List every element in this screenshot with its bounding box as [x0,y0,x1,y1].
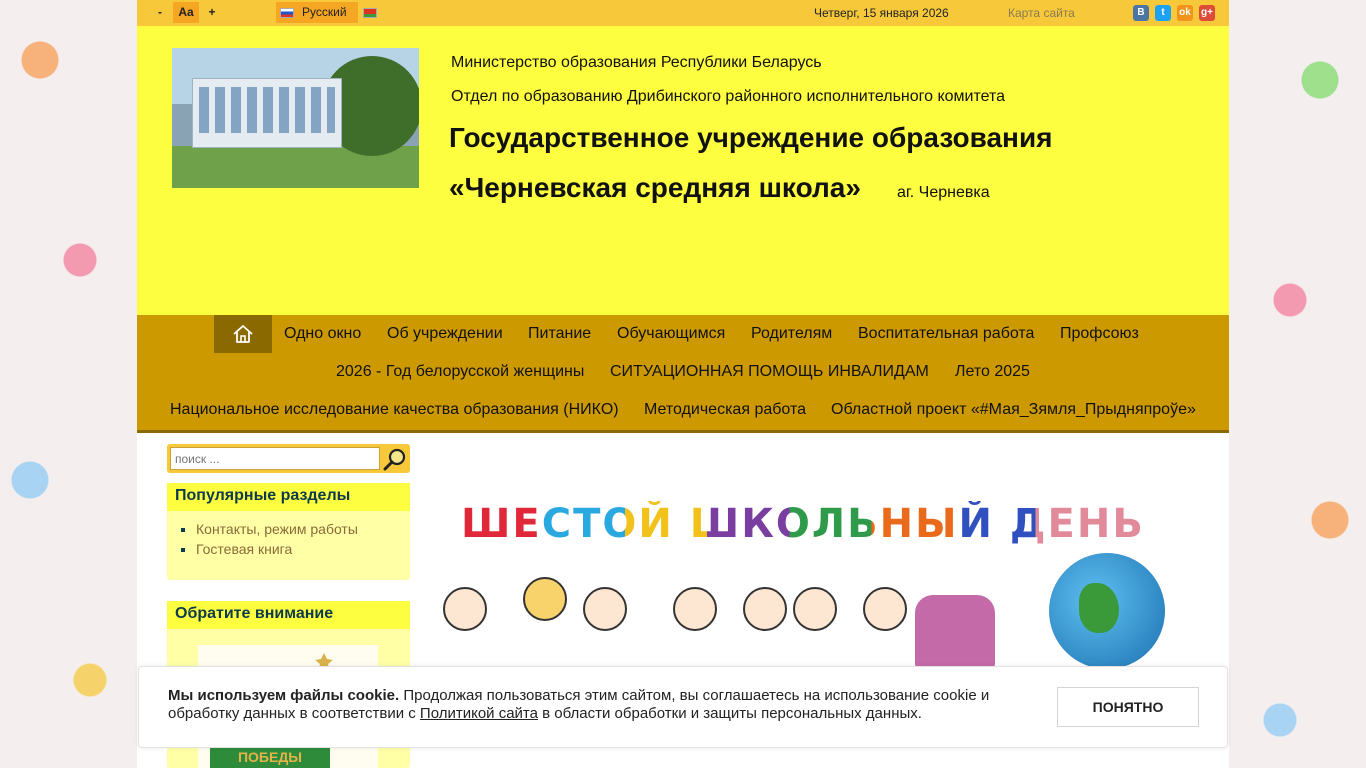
nav-item-parents[interactable]: Родителям [751,315,832,353]
kid-figure [743,587,787,631]
font-increase-button[interactable]: + [205,2,219,23]
guestbook-link[interactable]: Гостевая книга [196,541,292,557]
cookie-message: Мы используем файлы cookie. Продолжая по… [168,687,1038,723]
village-name: аг. Черневка [897,184,990,201]
building-shape [192,78,342,148]
kid-figure [673,587,717,631]
nav-item-education-work[interactable]: Воспитательная работа [858,315,1034,353]
kid-figure [793,587,837,631]
page: - Aa + Русский Четверг, 15 января 2026 К… [137,0,1229,768]
backpack-shape [915,595,995,668]
top-bar: - Aa + Русский Четверг, 15 января 2026 К… [137,0,1229,26]
list-item: Контакты, режим работы [196,521,410,537]
cookie-consent-banner: Мы используем файлы cookie. Продолжая по… [138,666,1228,748]
language-selector[interactable]: Русский [276,2,358,23]
kid-figure [523,577,567,621]
font-reset-button[interactable]: Aa [173,2,199,23]
nav-item-niko[interactable]: Национальное исследование качества образ… [170,391,619,429]
search-icon[interactable] [382,446,408,472]
current-date: Четверг, 15 января 2026 [814,6,949,20]
globe-shape [1049,553,1165,669]
russian-flag-icon [280,8,294,18]
popular-sections-list: Контакты, режим работы Гостевая книга [167,511,410,557]
nav-item-year-women[interactable]: 2026 - Год белорусской женщины [336,353,584,391]
kid-figure [863,587,907,631]
nav-item-students[interactable]: Обучающимся [617,315,725,353]
department-name: Отдел по образованию Дрибинского районно… [451,88,1006,105]
language-label: Русский [302,5,347,19]
privacy-policy-link[interactable]: Политикой сайта [420,705,538,722]
belarus-flag-icon[interactable] [363,8,377,18]
pobeda-label: ПОБЕДЫ [210,745,330,768]
nav-item-trade-union[interactable]: Профсоюз [1060,315,1139,353]
search-box [167,444,410,473]
nav-item-about[interactable]: Об учреждении [387,315,503,353]
vk-icon[interactable]: В [1133,5,1149,21]
cookie-text-part2: в области обработки и защиты персональны… [537,705,922,722]
banner-title: ШЕСТОЙ ШКОЛЬНЫЙ ДЕНЬ [461,501,1145,547]
twitter-icon[interactable]: t [1155,5,1171,21]
contacts-link[interactable]: Контакты, режим работы [196,521,358,537]
sixth-school-day-banner[interactable]: ШЕСТОЙ ШКОЛЬНЫЙ ДЕНЬ [433,495,1178,669]
school-title-line1: Государственное учреждение образования [449,122,1053,153]
kid-figure [583,587,627,631]
home-button[interactable] [214,315,272,353]
nav-item-disability-help[interactable]: СИТУАЦИОННАЯ ПОМОЩЬ ИНВАЛИДАМ [610,353,929,391]
font-decrease-button[interactable]: - [153,2,167,23]
cookie-accept-button[interactable]: ПОНЯТНО [1057,687,1199,727]
google-plus-icon[interactable]: g+ [1199,5,1215,21]
school-photo [172,48,419,188]
nav-item-summer[interactable]: Лето 2025 [955,353,1030,391]
kid-figure [443,587,487,631]
list-item: Гостевая книга [196,541,410,557]
main-navigation: Одно окно Об учреждении Питание Обучающи… [137,315,1229,433]
search-input[interactable] [170,447,380,470]
sitemap-link[interactable]: Карта сайта [1008,0,1075,26]
notice-title: Обратите внимание [167,601,410,629]
cookie-bold-text: Мы используем файлы cookie. [168,687,400,704]
nav-item-one-window[interactable]: Одно окно [284,315,361,353]
popular-sections-block: Популярные разделы Контакты, режим работ… [167,483,410,580]
odnoklassniki-icon[interactable]: ok [1177,5,1193,21]
popular-sections-title: Популярные разделы [167,483,410,511]
nav-item-regional-project[interactable]: Областной проект «#Мая_Зямля_Прыдняпроўе… [831,391,1196,429]
site-header: Министерство образования Республики Бела… [137,26,1229,315]
nav-item-methodical[interactable]: Методическая работа [644,391,806,429]
ministry-name: Министерство образования Республики Бела… [451,54,822,71]
home-icon [233,325,253,343]
school-title-line2: «Черневская средняя школа» [449,172,861,203]
nav-item-food[interactable]: Питание [528,315,591,353]
